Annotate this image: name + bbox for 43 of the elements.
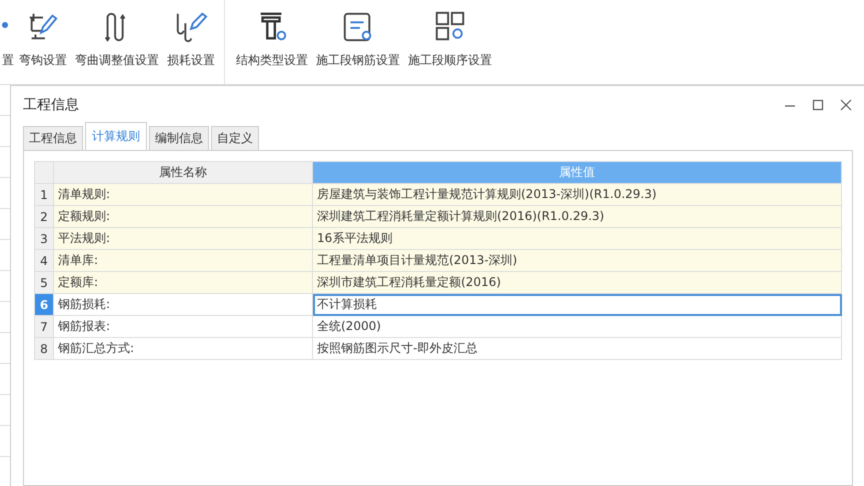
tab[interactable]: 自定义	[211, 126, 259, 150]
row-number: 3	[34, 228, 54, 250]
table-cell[interactable]: 不计算损耗	[312, 294, 842, 316]
toolbar-button[interactable]: 结构类型设置	[233, 10, 311, 69]
row-number: 4	[34, 250, 54, 272]
table-cell: 钢筋损耗:	[54, 294, 312, 316]
tab[interactable]: 编制信息	[149, 126, 209, 150]
table-cell: 定额库:	[54, 272, 312, 294]
table-cell: 定额规则:	[54, 206, 312, 228]
table-cell[interactable]: 深圳市建筑工程消耗量定额(2016)	[312, 272, 842, 294]
toolbar-button[interactable]: 损耗设置	[164, 10, 218, 69]
dot-icon	[2, 22, 8, 28]
table-cell[interactable]: 全统(2000)	[312, 316, 842, 338]
corner-cell	[34, 162, 54, 184]
table-cell[interactable]: 深圳建筑工程消耗量定额计算规则(2016)(R1.0.29.3)	[312, 206, 842, 228]
row-number: 2	[34, 206, 54, 228]
table-cell: 清单库:	[54, 250, 312, 272]
row-number: 7	[34, 316, 54, 338]
column-header: 属性值	[312, 162, 842, 184]
table-cell: 钢筋汇总方式:	[54, 338, 312, 360]
row-number: 1	[34, 184, 54, 206]
window-title: 工程信息	[23, 96, 79, 114]
table-cell: 平法规则:	[54, 228, 312, 250]
row-number: 8	[34, 338, 54, 360]
toolbar-button[interactable]: 施工段钢筋设置	[313, 10, 403, 69]
table-cell[interactable]: 房屋建筑与装饰工程计量规范计算规则(2013-深圳)(R1.0.29.3)	[312, 184, 842, 206]
table-cell[interactable]: 按照钢筋图示尺寸-即外皮汇总	[312, 338, 842, 360]
tab[interactable]: 计算规则	[85, 122, 147, 150]
toolbar-button[interactable]: 施工段顺序设置	[405, 10, 495, 69]
toolbar-button[interactable]: 弯钩设置	[16, 10, 70, 69]
table-cell[interactable]: 16系平法规则	[312, 228, 842, 250]
bar-pencil-icon	[174, 10, 208, 44]
table-cell: 清单规则:	[54, 184, 312, 206]
row-number: 5	[34, 272, 54, 294]
toolbar-button[interactable]: 弯曲调整值设置	[72, 10, 162, 69]
tab[interactable]: 工程信息	[23, 126, 83, 150]
close-icon[interactable]	[839, 98, 853, 112]
maximize-icon[interactable]	[811, 98, 825, 112]
table-cell: 钢筋报表:	[54, 316, 312, 338]
toolbar-button[interactable]: 置	[0, 10, 14, 69]
row-number: 6	[34, 294, 54, 316]
table-cell[interactable]: 工程量清单项目计量规范(2013-深圳)	[312, 250, 842, 272]
column-header: 属性名称	[54, 162, 312, 184]
